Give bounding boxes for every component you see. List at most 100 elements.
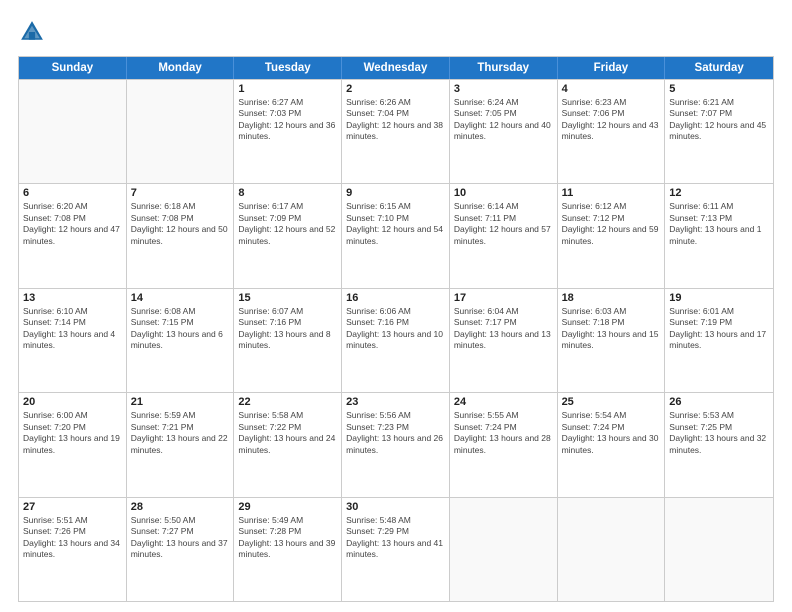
- cell-info: Sunrise: 6:24 AMSunset: 7:05 PMDaylight:…: [454, 97, 553, 143]
- calendar-row: 1 Sunrise: 6:27 AMSunset: 7:03 PMDaylight…: [19, 79, 773, 183]
- cell-date: 13: [23, 292, 122, 304]
- calendar-cell: 23 Sunrise: 5:56 AMSunset: 7:23 PMDayligh…: [342, 393, 450, 496]
- cell-date: 21: [131, 396, 230, 408]
- cell-date: 2: [346, 83, 445, 95]
- cell-date: 27: [23, 501, 122, 513]
- cell-date: 11: [562, 187, 661, 199]
- header-cell-friday: Friday: [558, 57, 666, 79]
- cell-date: 28: [131, 501, 230, 513]
- cell-info: Sunrise: 6:27 AMSunset: 7:03 PMDaylight:…: [238, 97, 337, 143]
- calendar-cell: 19 Sunrise: 6:01 AMSunset: 7:19 PMDayligh…: [665, 289, 773, 392]
- cell-date: 4: [562, 83, 661, 95]
- header-cell-monday: Monday: [127, 57, 235, 79]
- calendar-cell: 2 Sunrise: 6:26 AMSunset: 7:04 PMDaylight…: [342, 80, 450, 183]
- cell-date: 18: [562, 292, 661, 304]
- cell-date: 1: [238, 83, 337, 95]
- calendar-cell: [450, 498, 558, 601]
- calendar-row: 27 Sunrise: 5:51 AMSunset: 7:26 PMDayligh…: [19, 497, 773, 601]
- calendar-cell: 28 Sunrise: 5:50 AMSunset: 7:27 PMDayligh…: [127, 498, 235, 601]
- cell-info: Sunrise: 6:15 AMSunset: 7:10 PMDaylight:…: [346, 201, 445, 247]
- cell-info: Sunrise: 5:54 AMSunset: 7:24 PMDaylight:…: [562, 410, 661, 456]
- cell-info: Sunrise: 5:56 AMSunset: 7:23 PMDaylight:…: [346, 410, 445, 456]
- calendar-row: 6Sunrise: 6:20 AMSunset: 7:08 PMDaylight…: [19, 183, 773, 287]
- calendar-cell: 5 Sunrise: 6:21 AMSunset: 7:07 PMDaylight…: [665, 80, 773, 183]
- cell-info: Sunrise: 5:49 AMSunset: 7:28 PMDaylight:…: [238, 515, 337, 561]
- calendar-cell: 21 Sunrise: 5:59 AMSunset: 7:21 PMDayligh…: [127, 393, 235, 496]
- cell-info: Sunrise: 5:50 AMSunset: 7:27 PMDaylight:…: [131, 515, 230, 561]
- header-cell-saturday: Saturday: [665, 57, 773, 79]
- calendar-cell: 15Sunrise: 6:07 AMSunset: 7:16 PMDayligh…: [234, 289, 342, 392]
- calendar: SundayMondayTuesdayWednesdayThursdayFrid…: [18, 56, 774, 602]
- calendar-cell: 12 Sunrise: 6:11 AMSunset: 7:13 PMDayligh…: [665, 184, 773, 287]
- calendar-cell: 25 Sunrise: 5:54 AMSunset: 7:24 PMDayligh…: [558, 393, 666, 496]
- header-cell-tuesday: Tuesday: [234, 57, 342, 79]
- cell-date: 10: [454, 187, 553, 199]
- header: [18, 18, 774, 46]
- calendar-cell: 20 Sunrise: 6:00 AMSunset: 7:20 PMDayligh…: [19, 393, 127, 496]
- calendar-cell: 30Sunrise: 5:48 AMSunset: 7:29 PMDayligh…: [342, 498, 450, 601]
- calendar-cell: 10 Sunrise: 6:14 AMSunset: 7:11 PMDayligh…: [450, 184, 558, 287]
- cell-info: Sunrise: 5:58 AMSunset: 7:22 PMDaylight:…: [238, 410, 337, 456]
- cell-date: 29: [238, 501, 337, 513]
- calendar-cell: 9 Sunrise: 6:15 AMSunset: 7:10 PMDaylight…: [342, 184, 450, 287]
- cell-info: Sunrise: 6:11 AMSunset: 7:13 PMDaylight:…: [669, 201, 769, 247]
- header-cell-wednesday: Wednesday: [342, 57, 450, 79]
- calendar-cell: 18 Sunrise: 6:03 AMSunset: 7:18 PMDayligh…: [558, 289, 666, 392]
- cell-info: Sunrise: 6:06 AMSunset: 7:16 PMDaylight:…: [346, 306, 445, 352]
- calendar-body: 1 Sunrise: 6:27 AMSunset: 7:03 PMDaylight…: [19, 79, 773, 601]
- cell-date: 7: [131, 187, 230, 199]
- calendar-cell: [665, 498, 773, 601]
- cell-date: 30: [346, 501, 445, 513]
- page: SundayMondayTuesdayWednesdayThursdayFrid…: [0, 0, 792, 612]
- cell-date: 20: [23, 396, 122, 408]
- cell-info: Sunrise: 6:00 AMSunset: 7:20 PMDaylight:…: [23, 410, 122, 456]
- cell-info: Sunrise: 6:18 AMSunset: 7:08 PMDaylight:…: [131, 201, 230, 247]
- logo: [18, 18, 50, 46]
- cell-info: Sunrise: 6:21 AMSunset: 7:07 PMDaylight:…: [669, 97, 769, 143]
- calendar-cell: 7 Sunrise: 6:18 AMSunset: 7:08 PMDaylight…: [127, 184, 235, 287]
- cell-date: 5: [669, 83, 769, 95]
- cell-info: Sunrise: 6:01 AMSunset: 7:19 PMDaylight:…: [669, 306, 769, 352]
- cell-info: Sunrise: 6:20 AMSunset: 7:08 PMDaylight:…: [23, 201, 122, 247]
- calendar-cell: 6Sunrise: 6:20 AMSunset: 7:08 PMDaylight…: [19, 184, 127, 287]
- cell-date: 16: [346, 292, 445, 304]
- calendar-cell: 16 Sunrise: 6:06 AMSunset: 7:16 PMDayligh…: [342, 289, 450, 392]
- cell-info: Sunrise: 5:51 AMSunset: 7:26 PMDaylight:…: [23, 515, 122, 561]
- cell-date: 19: [669, 292, 769, 304]
- cell-info: Sunrise: 6:17 AMSunset: 7:09 PMDaylight:…: [238, 201, 337, 247]
- calendar-row: 20 Sunrise: 6:00 AMSunset: 7:20 PMDayligh…: [19, 392, 773, 496]
- cell-date: 9: [346, 187, 445, 199]
- calendar-cell: 27 Sunrise: 5:51 AMSunset: 7:26 PMDayligh…: [19, 498, 127, 601]
- calendar-cell: [127, 80, 235, 183]
- calendar-cell: [558, 498, 666, 601]
- calendar-cell: 4Sunrise: 6:23 AMSunset: 7:06 PMDaylight…: [558, 80, 666, 183]
- calendar-cell: 22 Sunrise: 5:58 AMSunset: 7:22 PMDayligh…: [234, 393, 342, 496]
- cell-info: Sunrise: 6:26 AMSunset: 7:04 PMDaylight:…: [346, 97, 445, 143]
- cell-date: 15: [238, 292, 337, 304]
- cell-date: 25: [562, 396, 661, 408]
- cell-info: Sunrise: 6:10 AMSunset: 7:14 PMDaylight:…: [23, 306, 122, 352]
- cell-date: 12: [669, 187, 769, 199]
- cell-info: Sunrise: 6:08 AMSunset: 7:15 PMDaylight:…: [131, 306, 230, 352]
- cell-date: 23: [346, 396, 445, 408]
- cell-info: Sunrise: 6:04 AMSunset: 7:17 PMDaylight:…: [454, 306, 553, 352]
- calendar-cell: 14Sunrise: 6:08 AMSunset: 7:15 PMDayligh…: [127, 289, 235, 392]
- cell-date: 24: [454, 396, 553, 408]
- cell-date: 17: [454, 292, 553, 304]
- calendar-cell: [19, 80, 127, 183]
- cell-date: 3: [454, 83, 553, 95]
- cell-date: 8: [238, 187, 337, 199]
- cell-info: Sunrise: 6:14 AMSunset: 7:11 PMDaylight:…: [454, 201, 553, 247]
- calendar-cell: 24 Sunrise: 5:55 AMSunset: 7:24 PMDayligh…: [450, 393, 558, 496]
- cell-info: Sunrise: 6:12 AMSunset: 7:12 PMDaylight:…: [562, 201, 661, 247]
- cell-info: Sunrise: 6:03 AMSunset: 7:18 PMDaylight:…: [562, 306, 661, 352]
- calendar-cell: 13 Sunrise: 6:10 AMSunset: 7:14 PMDayligh…: [19, 289, 127, 392]
- cell-info: Sunrise: 5:59 AMSunset: 7:21 PMDaylight:…: [131, 410, 230, 456]
- calendar-cell: 1 Sunrise: 6:27 AMSunset: 7:03 PMDaylight…: [234, 80, 342, 183]
- cell-info: Sunrise: 5:53 AMSunset: 7:25 PMDaylight:…: [669, 410, 769, 456]
- calendar-cell: 8 Sunrise: 6:17 AMSunset: 7:09 PMDaylight…: [234, 184, 342, 287]
- cell-info: Sunrise: 5:55 AMSunset: 7:24 PMDaylight:…: [454, 410, 553, 456]
- calendar-cell: 3 Sunrise: 6:24 AMSunset: 7:05 PMDaylight…: [450, 80, 558, 183]
- cell-date: 22: [238, 396, 337, 408]
- calendar-header: SundayMondayTuesdayWednesdayThursdayFrid…: [19, 57, 773, 79]
